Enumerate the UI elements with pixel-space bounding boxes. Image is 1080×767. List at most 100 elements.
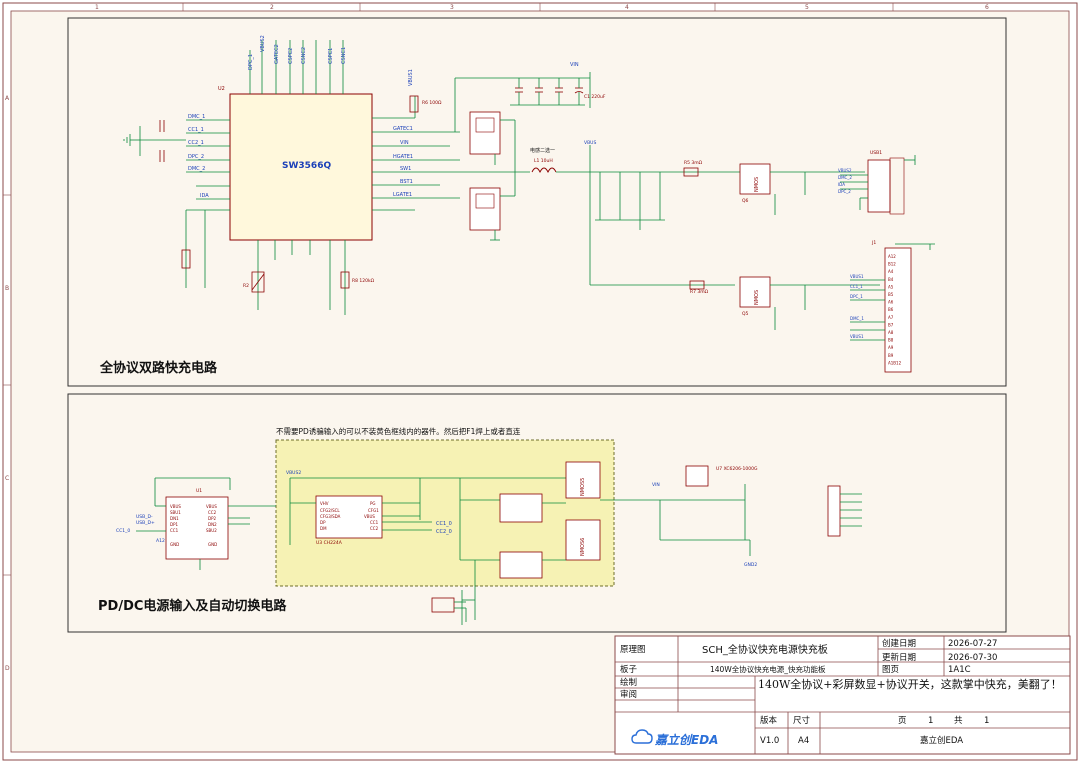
q6-label: Q6 bbox=[742, 198, 749, 204]
header-connector[interactable] bbox=[827, 485, 841, 537]
zone-4: 4 bbox=[625, 4, 629, 11]
j1-pin-label: B4 bbox=[888, 277, 894, 282]
svg-text:CSPC2: CSPC2 bbox=[288, 48, 294, 64]
mosfet-q2[interactable] bbox=[469, 187, 501, 231]
zone-c: C bbox=[5, 475, 9, 482]
svg-text:CFG1: CFG1 bbox=[368, 508, 379, 513]
j1-pin-label: B8 bbox=[888, 338, 894, 343]
tb-created-value: 2026-07-27 bbox=[948, 639, 997, 649]
j1-pin-label: A6 bbox=[888, 300, 894, 305]
svg-text:CFG3/SDA: CFG3/SDA bbox=[320, 514, 341, 519]
svg-text:BST1: BST1 bbox=[400, 179, 413, 185]
svg-text:DMC_2: DMC_2 bbox=[838, 175, 852, 180]
tb-r1-label: 原理图 bbox=[620, 645, 646, 655]
nmos-upper[interactable]: NMOS5 bbox=[565, 461, 601, 499]
tb-size-value: A4 bbox=[798, 736, 809, 746]
svg-text:CC1_1: CC1_1 bbox=[850, 284, 863, 289]
svg-text:VBUS1: VBUS1 bbox=[850, 274, 864, 279]
svg-text:CSNC1: CSNC1 bbox=[341, 47, 347, 64]
chip-u2[interactable]: U2 SW3566Q bbox=[218, 86, 373, 241]
svg-text:DN2: DN2 bbox=[208, 522, 217, 527]
svg-text:NMOS: NMOS bbox=[754, 177, 760, 192]
svg-text:GATEC2: GATEC2 bbox=[274, 44, 280, 64]
svg-text:DP: DP bbox=[320, 520, 326, 525]
svg-text:VBUS1: VBUS1 bbox=[408, 69, 414, 86]
u7-ref: U7 XC6206-1000G bbox=[716, 466, 758, 472]
tb-total-num: 1 bbox=[984, 716, 989, 726]
svg-text:DPC_2: DPC_2 bbox=[188, 154, 204, 160]
zone-2: 2 bbox=[270, 4, 274, 11]
zone-3: 3 bbox=[450, 4, 454, 11]
r5-label: R5 3mΩ bbox=[684, 160, 703, 166]
zone-b: B bbox=[5, 285, 9, 292]
schematic-canvas: 1 2 3 4 5 6 A B C D 全协议双路快充电路 U2 SW3566Q… bbox=[2, 2, 1078, 761]
svg-text:IDA: IDA bbox=[838, 182, 845, 187]
svg-text:CC2: CC2 bbox=[370, 526, 379, 531]
svg-text:DM: DM bbox=[320, 526, 327, 531]
tb-board-label: 板子 bbox=[620, 664, 638, 675]
svg-text:USB_D-: USB_D- bbox=[136, 514, 153, 520]
regulator-u7[interactable] bbox=[685, 465, 709, 487]
j1-pin-label: B7 bbox=[888, 322, 894, 327]
j1-pin-label: B9 bbox=[888, 353, 894, 358]
vbus-label: VBUS bbox=[584, 140, 596, 146]
tb-created-label: 创建日期 bbox=[882, 638, 916, 649]
svg-text:NMOS: NMOS bbox=[754, 290, 760, 305]
svg-text:CC1: CC1 bbox=[370, 520, 379, 525]
svg-text:VIN: VIN bbox=[570, 62, 579, 68]
j1-pin-label: B12 bbox=[888, 262, 896, 267]
chip-name: SW3566Q bbox=[282, 161, 331, 171]
nmos-lower[interactable]: NMOS6 bbox=[565, 519, 601, 561]
zone-1: 1 bbox=[95, 4, 99, 11]
svg-text:GND: GND bbox=[208, 542, 217, 547]
svg-text:VBUS: VBUS bbox=[364, 514, 375, 519]
inductor-note: 电感二选一 bbox=[530, 147, 555, 154]
zone-d: D bbox=[5, 665, 10, 672]
svg-text:VBUS2: VBUS2 bbox=[260, 35, 266, 52]
svg-text:DMC_1: DMC_1 bbox=[850, 316, 864, 321]
svg-text:CC1_0: CC1_0 bbox=[436, 521, 452, 527]
c1-label: C1 220uF bbox=[584, 94, 606, 100]
tb-total-word: 共 bbox=[954, 716, 963, 726]
gate-driver-2[interactable] bbox=[499, 551, 543, 579]
svg-text:DP1: DP1 bbox=[170, 522, 178, 527]
svg-text:VBUS: VBUS bbox=[206, 504, 217, 509]
zone-6: 6 bbox=[985, 4, 989, 11]
j1-pin-label: A7 bbox=[888, 315, 894, 320]
tb-page-value: 1A1C bbox=[948, 665, 971, 675]
zone-5: 5 bbox=[805, 4, 809, 11]
mosfet-q1[interactable] bbox=[469, 111, 501, 155]
tb-version-value: V1.0 bbox=[760, 736, 779, 746]
svg-text:GND: GND bbox=[170, 542, 179, 547]
tb-review-label: 审阅 bbox=[620, 689, 637, 700]
svg-text:CC1_0: CC1_0 bbox=[116, 528, 130, 534]
r6-label: R6 100Ω bbox=[422, 100, 442, 106]
gnd2-label: GND2 bbox=[744, 562, 757, 568]
svg-text:A12: A12 bbox=[156, 538, 165, 544]
j1-ref: J1 bbox=[871, 240, 876, 246]
u1-ref: U1 bbox=[196, 488, 202, 494]
vin-label: VIN bbox=[652, 482, 660, 488]
tb-page-word: 页 bbox=[898, 716, 907, 726]
svg-text:CC1: CC1 bbox=[170, 528, 179, 533]
svg-text:DPC_1: DPC_1 bbox=[248, 54, 254, 70]
svg-text:DMC_2: DMC_2 bbox=[188, 166, 205, 172]
svg-text:SBU1: SBU1 bbox=[170, 510, 181, 515]
svg-text:USB_D+: USB_D+ bbox=[136, 520, 155, 526]
tb-company: 嘉立创EDA bbox=[920, 735, 963, 746]
mosfet-q6[interactable]: NMOS bbox=[739, 163, 771, 195]
top-section-title: 全协议双路快充电路 bbox=[99, 360, 218, 376]
tb-page-num: 1 bbox=[928, 716, 933, 726]
svg-text:DPC_2: DPC_2 bbox=[838, 189, 851, 194]
svg-text:GATEC1: GATEC1 bbox=[393, 126, 413, 132]
svg-text:CSNC2: CSNC2 bbox=[301, 47, 307, 64]
tb-updated-value: 2026-07-30 bbox=[948, 653, 997, 663]
tb-board-value: 140W全协议快充电源_快充功能板 bbox=[710, 664, 826, 674]
gate-driver-1[interactable] bbox=[499, 493, 543, 523]
svg-text:CSPC1: CSPC1 bbox=[328, 48, 334, 64]
tb-description: 140W全协议+彩屏数显+协议开关，这款掌中快充，美翻了！ bbox=[758, 678, 1062, 691]
svg-text:IDA: IDA bbox=[200, 193, 209, 199]
q5-label: Q5 bbox=[742, 311, 749, 317]
mosfet-q5[interactable]: NMOS bbox=[739, 276, 771, 308]
tb-updated-label: 更新日期 bbox=[882, 652, 916, 663]
